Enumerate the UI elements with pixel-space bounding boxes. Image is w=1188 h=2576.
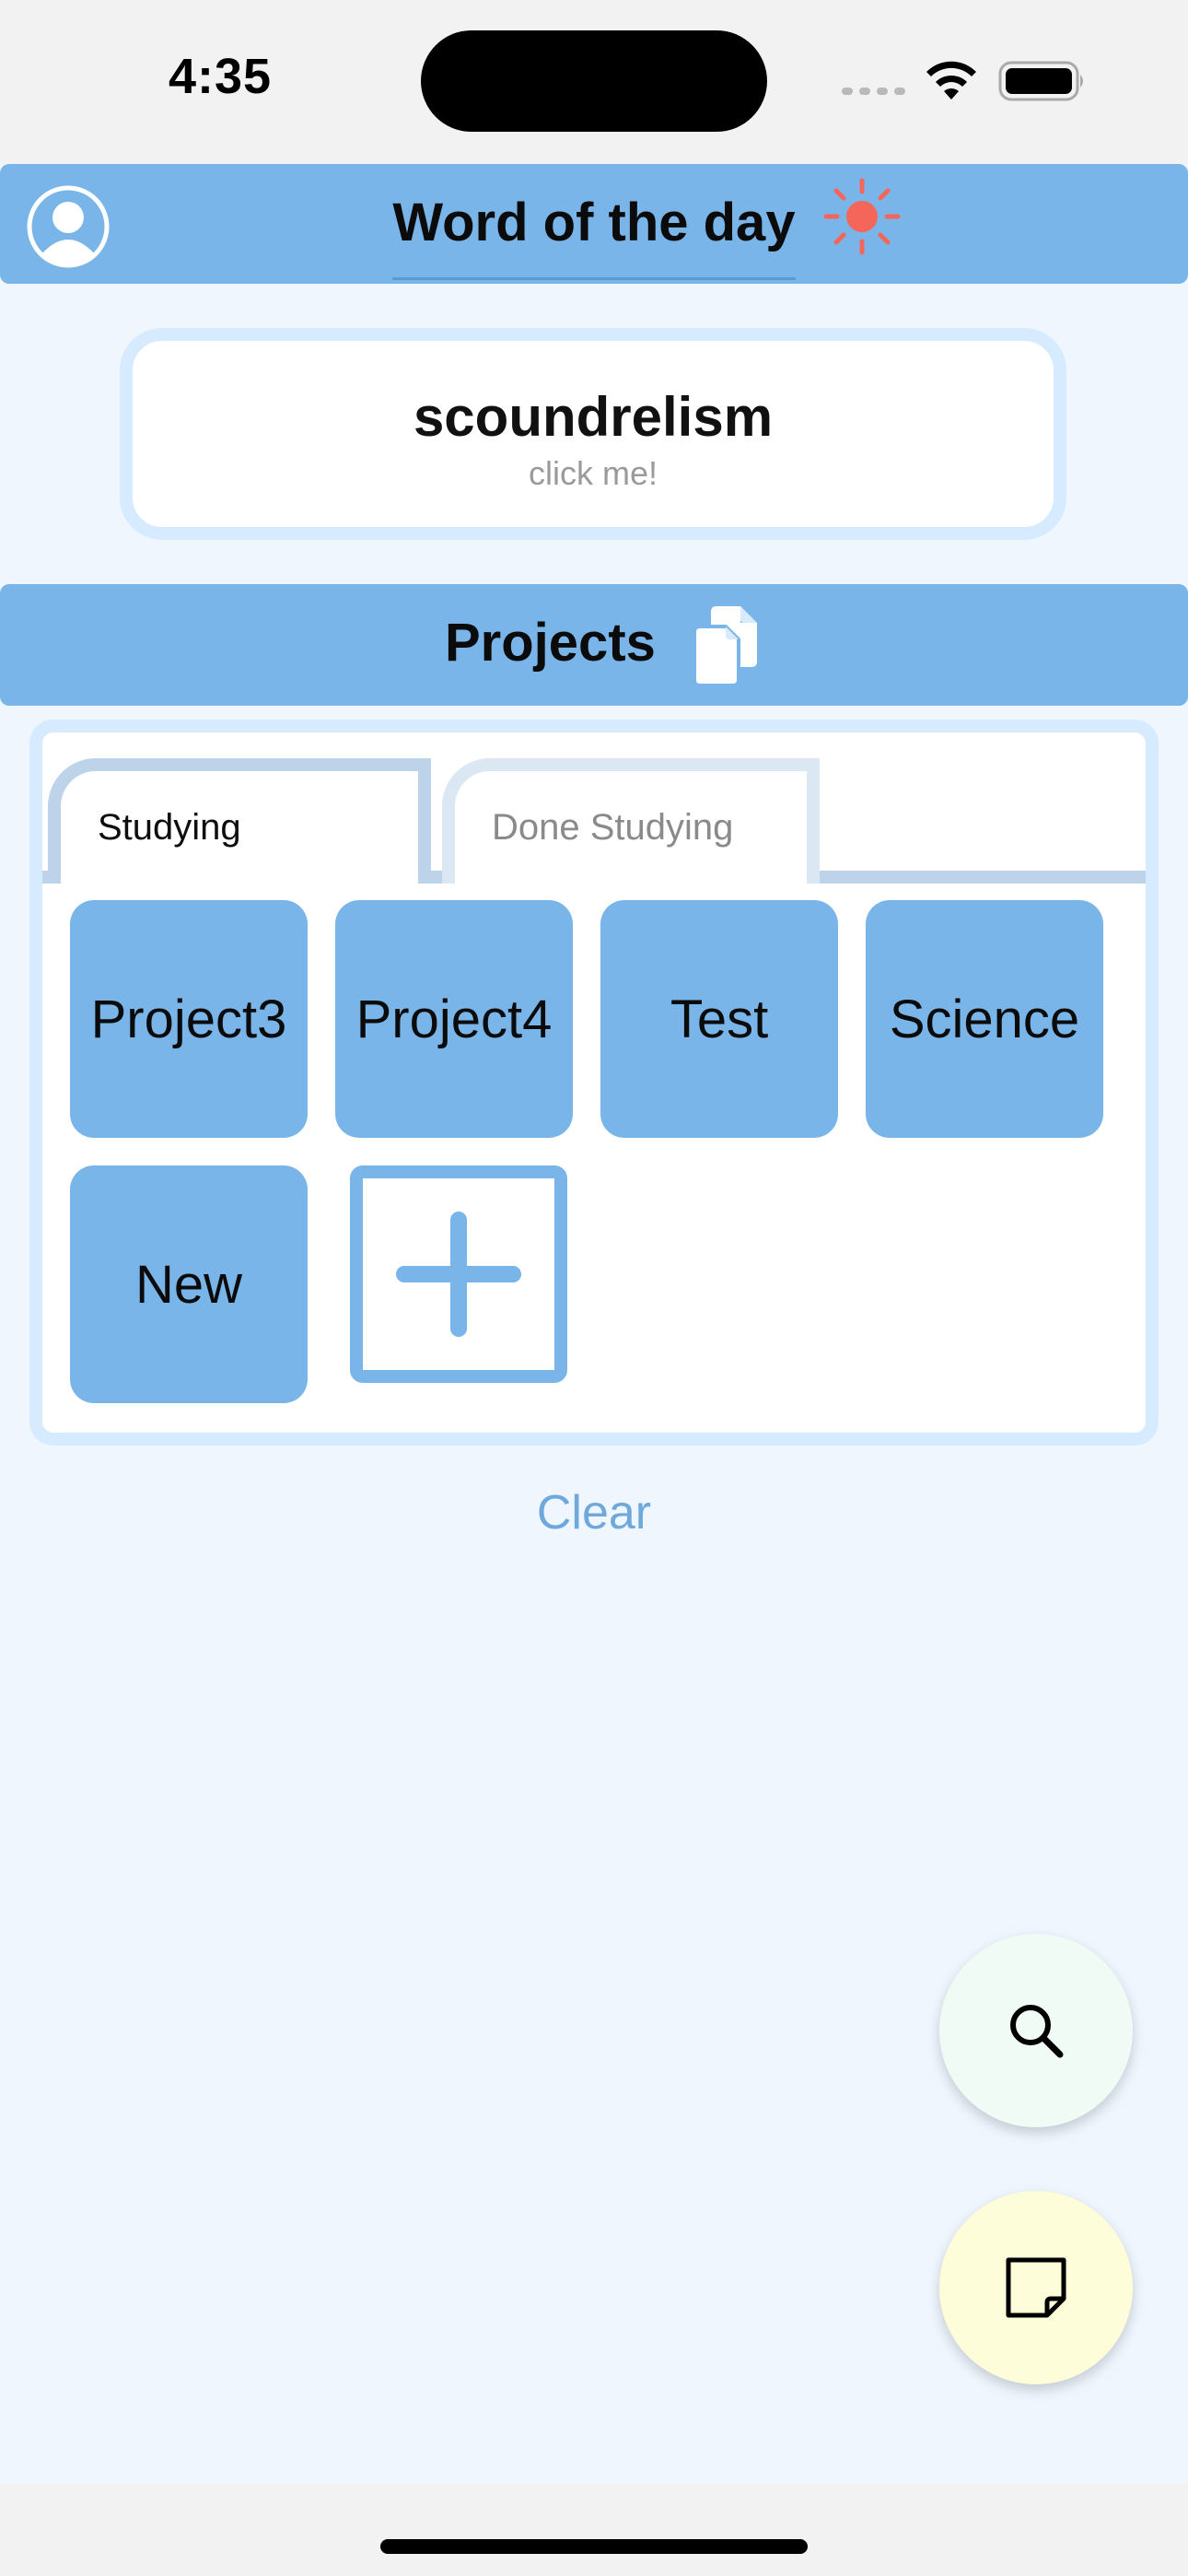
sticky-note-icon [1006,2257,1066,2318]
tab-done-studying[interactable]: Done Studying [442,758,820,884]
search-icon [1010,2005,1064,2058]
status-time: 4:35 [169,49,273,104]
home-indicator[interactable] [380,2539,808,2554]
search-button[interactable] [939,1934,1133,2127]
tab-studying[interactable]: Studying [48,758,431,884]
clear-button[interactable]: Clear [0,1485,1188,1540]
project-tile[interactable]: Project4 [335,900,573,1138]
sticky-note-button[interactable] [939,2191,1133,2384]
project-tile[interactable]: Test [600,900,838,1138]
word-hint: click me! [528,454,658,492]
battery-icon [998,61,1083,101]
word-text: scoundrelism [413,386,774,448]
word-of-the-day-card[interactable]: scoundrelism click me! [120,328,1066,540]
project-tile[interactable]: Project3 [70,900,308,1138]
projects-panel: Studying Done Studying Project3 Project4… [29,720,1159,1446]
sun-icon[interactable] [822,177,902,256]
project-tile[interactable]: Science [866,900,1103,1138]
add-project-button[interactable] [350,1165,567,1383]
project-tile[interactable]: New [70,1165,308,1403]
status-bar: 4:35 [0,0,1188,164]
bottom-safe-area [0,2484,1188,2576]
copy-documents-icon[interactable] [693,604,766,687]
projects-header: Projects [0,584,1188,706]
dynamic-island [421,30,767,132]
projects-title: Projects [445,613,656,673]
wifi-icon [926,61,976,100]
cellular-signal-icon [842,88,905,95]
top-header: Word of the day [0,164,1188,284]
header-title: Word of the day [392,192,796,280]
